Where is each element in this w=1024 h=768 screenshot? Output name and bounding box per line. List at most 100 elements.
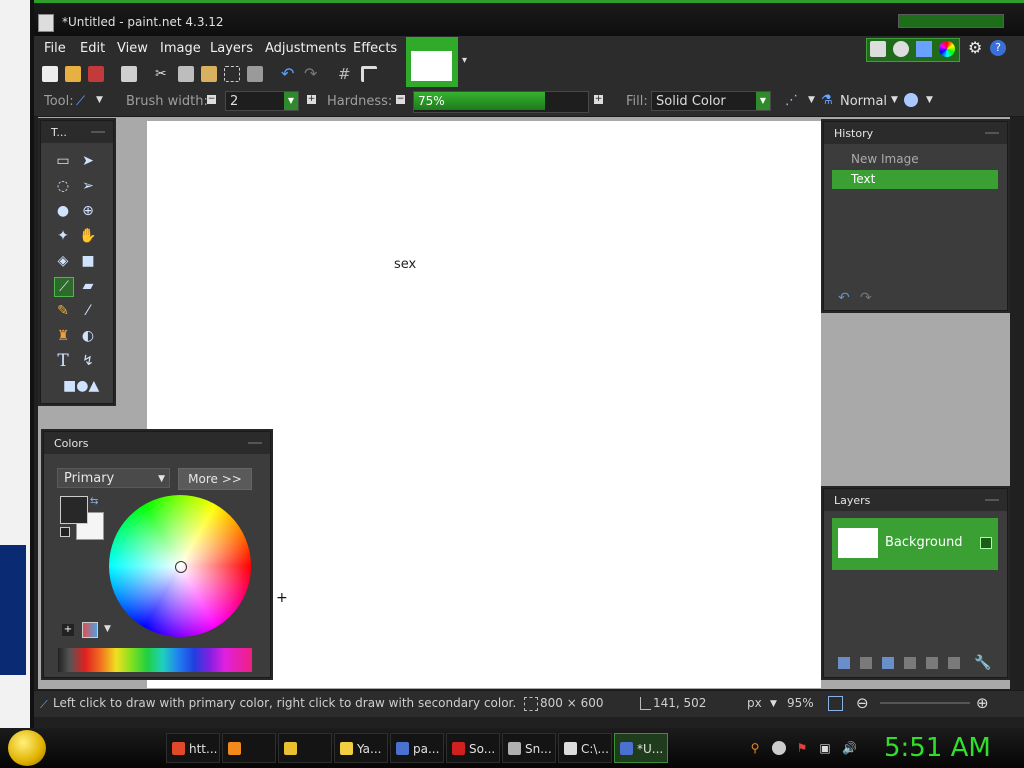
lasso-select-tool-icon[interactable]: ◌ bbox=[54, 177, 72, 195]
undo-icon[interactable]: ↶ bbox=[281, 66, 297, 82]
taskbar-item[interactable]: pa... bbox=[390, 733, 444, 763]
rectangle-select-tool-icon[interactable]: ▭ bbox=[54, 152, 72, 170]
swap-colors-icon[interactable]: ⇆ bbox=[90, 496, 98, 507]
history-item-new-image[interactable]: New Image bbox=[832, 150, 998, 169]
hardness-slider[interactable]: 75% bbox=[413, 91, 589, 113]
ellipse-select-tool-icon[interactable]: ● bbox=[54, 202, 72, 220]
alpha-blending-icon[interactable] bbox=[904, 93, 918, 107]
recolor-tool-icon[interactable]: ◐ bbox=[79, 327, 97, 345]
tools-panel-header[interactable]: T... bbox=[41, 121, 113, 143]
reset-colors-icon[interactable] bbox=[60, 527, 70, 537]
tools-panel-toggle-icon[interactable] bbox=[870, 41, 886, 57]
add-color-to-palette-icon[interactable]: + bbox=[62, 624, 74, 636]
zoom-slider[interactable] bbox=[880, 702, 970, 704]
flag-tray-icon[interactable]: ⚑ bbox=[795, 741, 809, 755]
help-icon[interactable]: ? bbox=[990, 40, 1006, 56]
taskbar-item[interactable]: Ya... bbox=[334, 733, 388, 763]
palette-chevron-down-icon[interactable]: ▼ bbox=[104, 624, 111, 634]
units-select[interactable]: px bbox=[747, 696, 762, 710]
pan-tool-icon[interactable]: ✋ bbox=[79, 227, 97, 245]
brush-width-chevron-down-icon[interactable]: ▼ bbox=[284, 92, 298, 110]
history-redo-icon[interactable]: ↷ bbox=[860, 290, 872, 306]
hardness-increase-button[interactable]: + bbox=[594, 95, 603, 104]
history-item-text[interactable]: Text bbox=[832, 170, 998, 189]
eraser-tool-icon[interactable]: ▰ bbox=[79, 277, 97, 295]
image-tab-thumbnail[interactable] bbox=[406, 37, 458, 87]
clone-stamp-tool-icon[interactable]: ♜ bbox=[54, 327, 72, 345]
line-curve-tool-icon[interactable]: ↯ bbox=[79, 352, 97, 370]
blend-mode-value[interactable]: Normal bbox=[840, 94, 887, 109]
antialiasing-icon[interactable]: ⋰ bbox=[785, 93, 798, 108]
blend-mode-chevron-down-icon[interactable]: ▼ bbox=[891, 95, 898, 105]
window-controls[interactable] bbox=[898, 14, 1004, 28]
pencil-tool-icon[interactable]: ✎ bbox=[54, 302, 72, 320]
layers-panel-toggle-icon[interactable] bbox=[916, 41, 932, 57]
layer-properties-wrench-icon[interactable]: 🔧 bbox=[974, 655, 991, 671]
paste-icon[interactable] bbox=[201, 66, 217, 82]
brush-width-input[interactable]: 2 ▼ bbox=[225, 91, 299, 111]
layer-row-background[interactable]: Background bbox=[832, 518, 998, 570]
menu-adjustments[interactable]: Adjustments bbox=[265, 41, 346, 56]
taskbar-item[interactable]: htt... bbox=[166, 733, 220, 763]
fill-select[interactable]: Solid Color ▼ bbox=[651, 91, 771, 111]
color-picker-tool-icon[interactable]: ⁄ bbox=[79, 302, 97, 320]
layer-visibility-checkbox[interactable] bbox=[980, 537, 992, 549]
move-selection-tool-icon[interactable]: ➢ bbox=[79, 177, 97, 195]
gradient-tool-icon[interactable]: ■ bbox=[79, 252, 97, 270]
colors-panel-toggle-icon[interactable] bbox=[939, 41, 955, 57]
palette-menu-icon[interactable] bbox=[82, 622, 98, 638]
magic-wand-tool-icon[interactable]: ✦ bbox=[54, 227, 72, 245]
merge-layer-down-icon[interactable] bbox=[904, 657, 916, 669]
volume-tray-icon[interactable]: 🔊 bbox=[842, 741, 857, 755]
brush-width-increase-button[interactable]: + bbox=[307, 95, 316, 104]
brush-width-decrease-button[interactable]: − bbox=[207, 95, 216, 104]
status-tray-icon[interactable] bbox=[772, 741, 786, 755]
settings-gear-icon[interactable]: ⚙ bbox=[968, 40, 984, 56]
taskbar-item[interactable] bbox=[278, 733, 332, 763]
taskbar-item[interactable]: Sn... bbox=[502, 733, 556, 763]
tool-chevron-down-icon[interactable]: ▼ bbox=[96, 95, 103, 105]
image-list-chevron-down-icon[interactable]: ▾ bbox=[462, 55, 467, 66]
menu-edit[interactable]: Edit bbox=[80, 41, 105, 56]
deselect-icon[interactable] bbox=[247, 66, 263, 82]
fill-chevron-down-icon[interactable]: ▼ bbox=[756, 92, 770, 110]
color-wheel-selector[interactable] bbox=[175, 561, 187, 573]
hardness-decrease-button[interactable]: − bbox=[396, 95, 405, 104]
menu-image[interactable]: Image bbox=[160, 41, 201, 56]
history-panel-toggle-icon[interactable] bbox=[893, 41, 909, 57]
zoom-level[interactable]: 95% bbox=[787, 696, 814, 710]
rulers-icon[interactable] bbox=[361, 66, 377, 82]
taskbar-clock[interactable]: 5:51 AM bbox=[884, 733, 991, 763]
grid-icon[interactable]: # bbox=[338, 66, 354, 82]
color-palette[interactable] bbox=[58, 648, 252, 672]
antialiasing-chevron-down-icon[interactable]: ▼ bbox=[808, 95, 815, 105]
crop-to-selection-icon[interactable] bbox=[224, 66, 240, 82]
history-panel-header[interactable]: History bbox=[824, 122, 1007, 144]
more-colors-button[interactable]: More >> bbox=[178, 468, 252, 490]
start-button-smiley-icon[interactable] bbox=[8, 730, 46, 766]
cut-icon[interactable]: ✂ bbox=[155, 66, 171, 82]
print-icon[interactable] bbox=[121, 66, 137, 82]
history-undo-icon[interactable]: ↶ bbox=[838, 290, 850, 306]
menu-effects[interactable]: Effects bbox=[353, 41, 397, 56]
network-tray-icon[interactable]: ▣ bbox=[818, 741, 832, 755]
delete-layer-icon[interactable] bbox=[860, 657, 872, 669]
menu-view[interactable]: View bbox=[117, 41, 148, 56]
zoom-out-icon[interactable]: ⊖ bbox=[856, 694, 869, 712]
text-tool-icon[interactable]: T bbox=[54, 352, 72, 370]
duplicate-layer-icon[interactable] bbox=[882, 657, 894, 669]
move-selected-pixels-tool-icon[interactable]: ➤ bbox=[79, 152, 97, 170]
colors-panel-header[interactable]: Colors bbox=[44, 432, 270, 454]
color-mode-select[interactable]: Primary ▼ bbox=[57, 468, 170, 488]
add-layer-icon[interactable] bbox=[838, 657, 850, 669]
open-file-icon[interactable] bbox=[65, 66, 81, 82]
alpha-blending-chevron-down-icon[interactable]: ▼ bbox=[926, 95, 933, 105]
move-layer-down-icon[interactable] bbox=[948, 657, 960, 669]
zoom-tool-icon[interactable]: ⊕ bbox=[79, 202, 97, 220]
taskbar-item[interactable]: *U... bbox=[614, 733, 668, 763]
zoom-in-icon[interactable]: ⊕ bbox=[976, 694, 989, 712]
layers-panel-header[interactable]: Layers bbox=[824, 489, 1007, 511]
paintbrush-tool-button-icon[interactable]: ⟋ bbox=[54, 277, 74, 297]
taskbar-item[interactable]: So... bbox=[446, 733, 500, 763]
paintbrush-tool-icon[interactable]: ⟋ bbox=[76, 94, 92, 109]
